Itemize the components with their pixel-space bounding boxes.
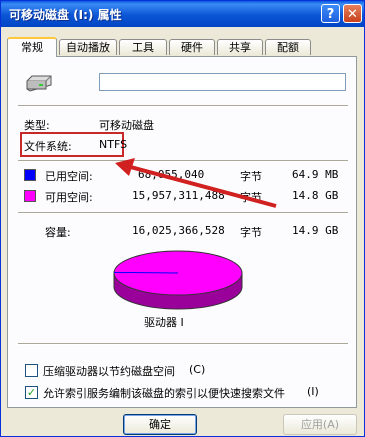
separator xyxy=(18,212,348,214)
ok-button[interactable]: 确定 xyxy=(123,414,197,435)
used-space-swatch xyxy=(24,169,36,181)
properties-dialog: 可移动磁盘 (I:) 属性 ? ✕ 常规 自动播放 工具 硬件 共享 配额 类型… xyxy=(0,0,365,437)
type-value: 可移动磁盘 xyxy=(99,119,154,132)
window-title: 可移动磁盘 (I:) 属性 xyxy=(9,8,122,22)
close-button[interactable]: ✕ xyxy=(343,4,362,23)
used-space-size: 64.9 MB xyxy=(292,168,339,181)
free-space-size: 14.8 GB xyxy=(292,189,339,202)
tab-hardware[interactable]: 硬件 xyxy=(169,39,215,55)
compress-key: (C) xyxy=(189,363,206,376)
filesystem-value: NTFS xyxy=(99,138,128,151)
tab-strip: 常规 自动播放 工具 硬件 共享 配额 xyxy=(7,37,357,57)
type-label: 类型: xyxy=(24,119,50,132)
annotation-arrow xyxy=(115,158,277,208)
index-label[interactable]: 允许索引服务编制该磁盘的索引以便快速搜索文件 xyxy=(43,385,285,401)
volume-name-input[interactable] xyxy=(99,73,346,91)
free-space-label: 可用空间: xyxy=(45,191,93,204)
tab-autoplay[interactable]: 自动播放 xyxy=(59,39,117,55)
compress-checkbox[interactable] xyxy=(25,364,38,377)
used-space-label: 已用空间: xyxy=(45,170,93,183)
pie-used-slice xyxy=(114,271,179,274)
index-checkbox[interactable]: ✓ xyxy=(25,386,38,399)
tab-general[interactable]: 常规 xyxy=(7,37,57,57)
tab-tools[interactable]: 工具 xyxy=(119,39,167,55)
tab-quota[interactable]: 配额 xyxy=(265,39,311,55)
compress-label[interactable]: 压缩驱动器以节约磁盘空间 xyxy=(43,363,175,379)
separator xyxy=(18,343,348,345)
filesystem-label: 文件系统: xyxy=(24,140,72,153)
title-bar[interactable]: 可移动磁盘 (I:) 属性 ? ✕ xyxy=(1,1,364,27)
capacity-label: 容量: xyxy=(45,226,71,239)
capacity-bytes: 16,025,366,528 xyxy=(132,224,225,237)
separator xyxy=(18,105,348,107)
general-panel: 类型: 可移动磁盘 文件系统: NTFS 已用空间: 68,055,040 字节… xyxy=(7,56,357,408)
drive-label: 驱动器 I xyxy=(144,316,184,329)
capacity-unit: 字节 xyxy=(240,226,262,239)
help-button[interactable]: ? xyxy=(321,4,340,23)
apply-button[interactable]: 应用(A) xyxy=(283,414,357,435)
disk-usage-pie xyxy=(113,250,243,310)
capacity-size: 14.9 GB xyxy=(292,224,339,237)
tab-sharing[interactable]: 共享 xyxy=(217,39,263,55)
index-key: (I) xyxy=(307,385,319,398)
free-space-swatch xyxy=(24,190,36,202)
removable-drive-icon xyxy=(26,75,52,92)
